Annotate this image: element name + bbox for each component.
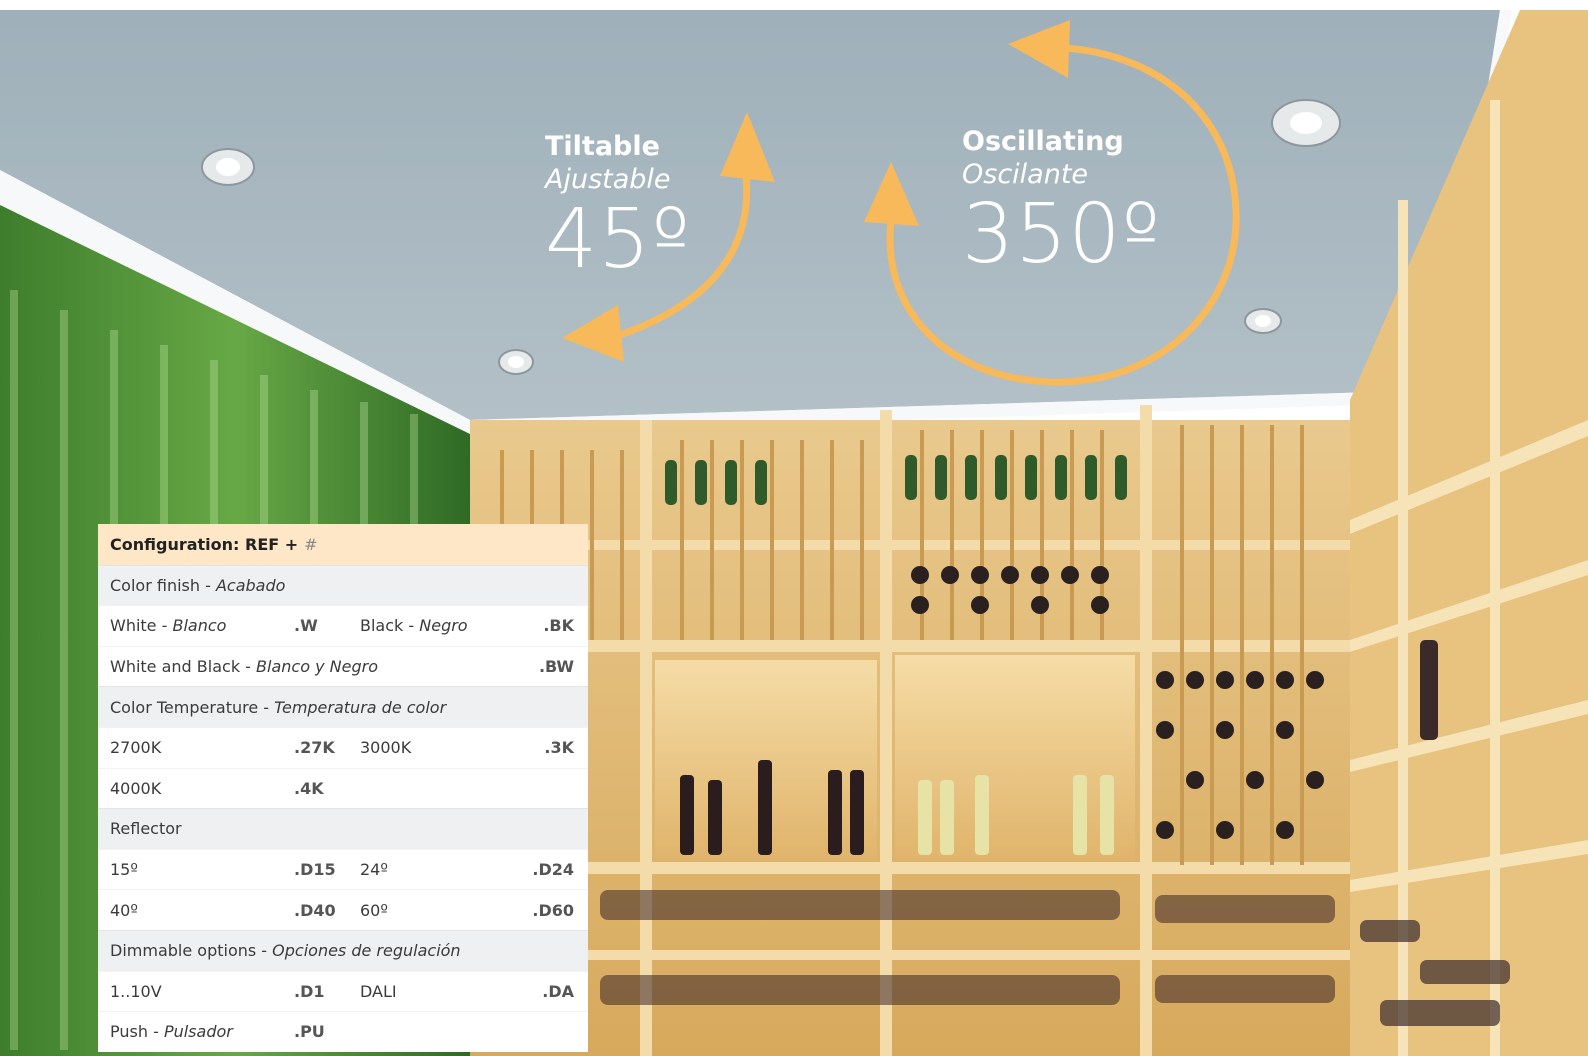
oscillate-title: Oscillating	[962, 126, 1124, 157]
option-label: 60º	[360, 900, 388, 920]
option-label: 4000K	[110, 778, 162, 798]
tilt-degrees: 45º	[545, 192, 691, 287]
option-label: 2700K	[110, 738, 162, 758]
option-code: .4K	[294, 778, 324, 798]
table-row: 1..10V .D1 DALI .DA	[98, 970, 588, 1012]
table-row: 40º .D40 60º .D60	[98, 889, 588, 930]
section-title: Color finish	[110, 575, 200, 595]
option-code: .W	[294, 616, 318, 636]
section-title-es: Temperatura de color	[274, 697, 447, 717]
table-row: 2700K .27K 3000K .3K	[98, 726, 588, 768]
section-title-es: Acabado	[215, 575, 286, 595]
tilt-label: Tiltable Ajustable 45º	[545, 133, 691, 281]
option-code: .D15	[294, 860, 336, 880]
option-label: 3000K	[360, 738, 412, 758]
option-code: .27K	[294, 738, 335, 758]
option-code: .BK	[543, 616, 574, 636]
option-label: Black - Negro	[360, 616, 468, 636]
option-label: 1..10V	[110, 981, 162, 1001]
option-label: 40º	[110, 900, 138, 920]
option-label: White - Blanco	[110, 616, 227, 636]
tilt-subtitle: Ajustable	[545, 164, 671, 195]
configuration-hash: #	[304, 534, 318, 554]
table-row: Push - Pulsador .PU	[98, 1011, 588, 1052]
oscillate-label: Oscillating Oscilante 350º	[962, 128, 1161, 276]
oscillate-degrees: 350º	[962, 187, 1162, 282]
table-row: White and Black - Blanco y Negro .BW	[98, 645, 588, 687]
product-sheet: Tiltable Ajustable 45º Oscillating Oscil…	[0, 0, 1588, 1056]
option-code: .BW	[538, 657, 574, 677]
option-code: .PU	[294, 1022, 325, 1042]
option-label: White and Black - Blanco y Negro	[110, 657, 378, 677]
option-label: DALI	[360, 981, 397, 1001]
option-label: Push - Pulsador	[110, 1022, 233, 1042]
configuration-table: Configuration: REF + # Color finish - Ac…	[98, 524, 588, 1052]
section-dimmable-options: Dimmable options - Opciones de regulació…	[98, 929, 588, 971]
section-title: Color Temperature	[110, 697, 259, 717]
configuration-heading-text: Configuration: REF +	[110, 534, 299, 554]
tilt-title: Tiltable	[545, 131, 660, 162]
section-title-es: Opciones de regulación	[272, 941, 461, 961]
option-code: .DA	[542, 981, 574, 1001]
section-reflector: Reflector	[98, 808, 588, 849]
table-row: White - Blanco .W Black - Negro .BK	[98, 605, 588, 646]
section-title: Reflector	[110, 819, 182, 839]
option-code: .3K	[544, 738, 574, 758]
table-row: 4000K .4K	[98, 767, 588, 809]
option-label: 24º	[360, 860, 388, 880]
table-row: 15º .D15 24º .D24	[98, 848, 588, 890]
option-code: .D40	[294, 900, 336, 920]
configuration-heading: Configuration: REF + #	[98, 524, 588, 565]
section-color-temperature: Color Temperature - Temperatura de color	[98, 686, 588, 727]
oscillate-subtitle: Oscilante	[962, 159, 1089, 190]
option-code: .D60	[532, 900, 574, 920]
option-code: .D24	[532, 860, 574, 880]
section-color-finish: Color finish - Acabado	[98, 564, 588, 606]
option-code: .D1	[294, 981, 325, 1001]
option-label: 15º	[110, 860, 138, 880]
section-title: Dimmable options	[110, 941, 257, 961]
